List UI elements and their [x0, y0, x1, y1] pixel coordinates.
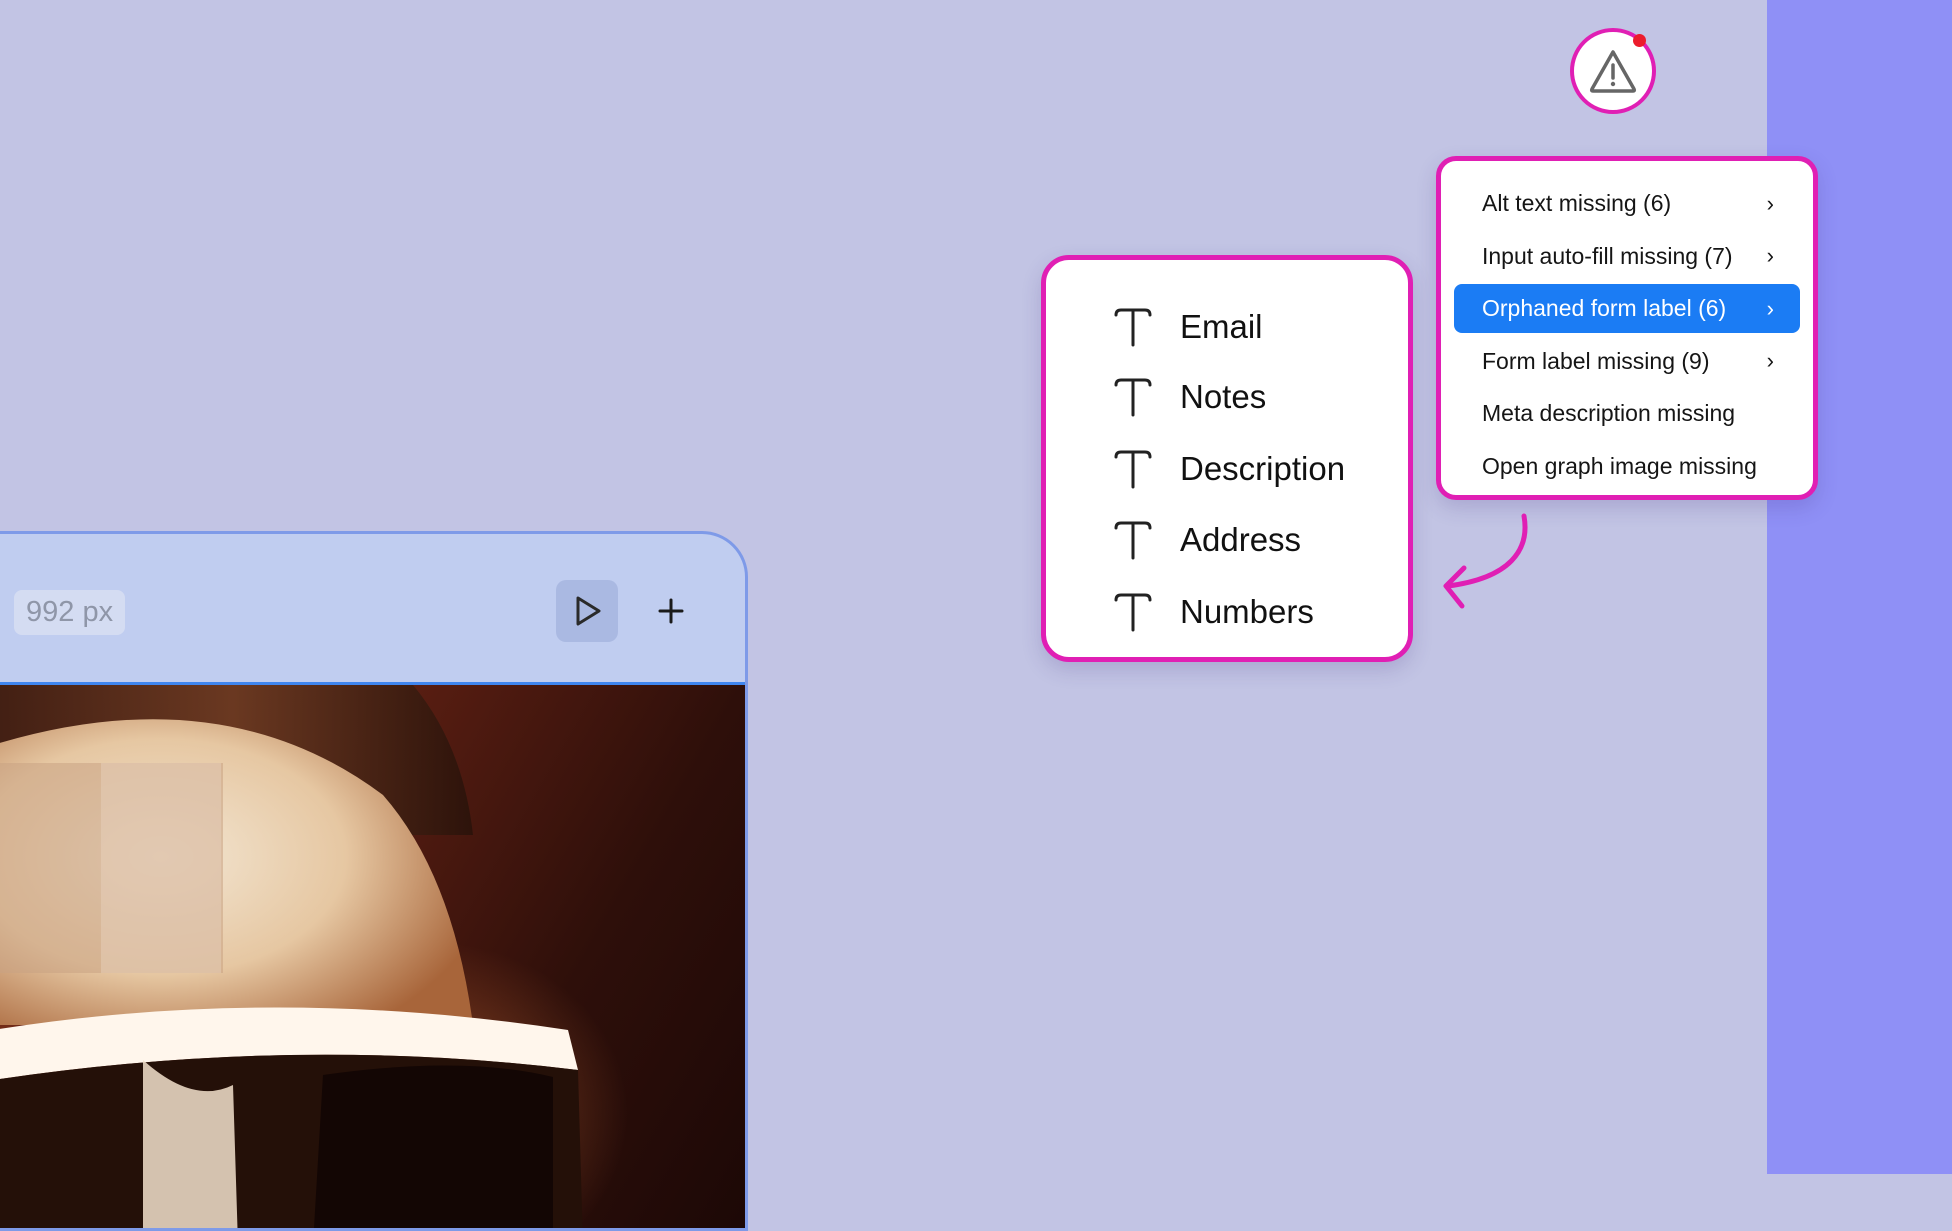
issues-warning-button[interactable]: [1570, 28, 1656, 114]
chevron-right-icon: ›: [1766, 190, 1774, 216]
field-item-email[interactable]: Email: [1046, 299, 1408, 355]
field-label: Notes: [1180, 378, 1267, 415]
field-item-notes[interactable]: Notes: [1046, 369, 1408, 425]
menu-item-label: Meta description missing: [1482, 400, 1736, 426]
menu-item-meta-description-missing[interactable]: Meta description missing: [1454, 389, 1800, 438]
add-breakpoint-button[interactable]: [640, 580, 702, 642]
menu-item-form-label-missing[interactable]: Form label missing (9) ›: [1454, 337, 1800, 386]
text-type-icon: [1114, 378, 1152, 417]
menu-item-input-autofill-missing[interactable]: Input auto-fill missing (7) ›: [1454, 232, 1800, 281]
text-type-icon: [1114, 593, 1152, 632]
notification-dot: [1633, 34, 1646, 47]
plus-icon: [658, 598, 684, 624]
text-type-icon: [1114, 450, 1152, 489]
menu-item-orphaned-form-label[interactable]: Orphaned form label (6) ›: [1454, 284, 1800, 333]
orphaned-fields-popup: Email Notes Description Address Numbers: [1041, 255, 1413, 662]
issues-menu: Alt text missing (6) › Input auto-fill m…: [1436, 156, 1818, 500]
menu-item-label: Alt text missing (6): [1482, 190, 1672, 216]
text-type-icon: [1114, 521, 1152, 560]
menu-item-alt-text-missing[interactable]: Alt text missing (6) ›: [1454, 179, 1800, 228]
chevron-right-icon: ›: [1766, 295, 1774, 321]
menu-item-label: Orphaned form label (6): [1482, 295, 1727, 321]
field-item-address[interactable]: Address: [1046, 512, 1408, 568]
menu-item-label: Form label missing (9): [1482, 347, 1710, 374]
preview-image: [0, 682, 745, 1228]
menu-item-open-graph-image-missing[interactable]: Open graph image missing: [1454, 442, 1800, 491]
field-label: Address: [1180, 521, 1302, 558]
menu-item-label: Open graph image missing: [1482, 452, 1757, 479]
curved-arrow-icon: [1443, 513, 1528, 609]
field-label: Email: [1180, 308, 1263, 345]
field-label: Numbers: [1180, 593, 1314, 630]
warning-triangle-icon: [1589, 50, 1637, 93]
portrait-illustration: [0, 685, 583, 1228]
menu-item-label: Input auto-fill missing (7): [1482, 242, 1733, 269]
width-badge: 992 px: [14, 590, 126, 635]
preview-play-button[interactable]: [556, 580, 618, 642]
canvas-frame: 992 px: [0, 531, 748, 1231]
play-icon: [576, 596, 601, 626]
field-item-description[interactable]: Description: [1046, 441, 1408, 497]
chevron-right-icon: ›: [1766, 348, 1774, 373]
field-label: Description: [1180, 450, 1346, 487]
field-item-numbers[interactable]: Numbers: [1046, 584, 1408, 640]
chevron-right-icon: ›: [1766, 243, 1774, 268]
frame-header: 992 px: [0, 534, 745, 682]
text-type-icon: [1114, 308, 1152, 347]
